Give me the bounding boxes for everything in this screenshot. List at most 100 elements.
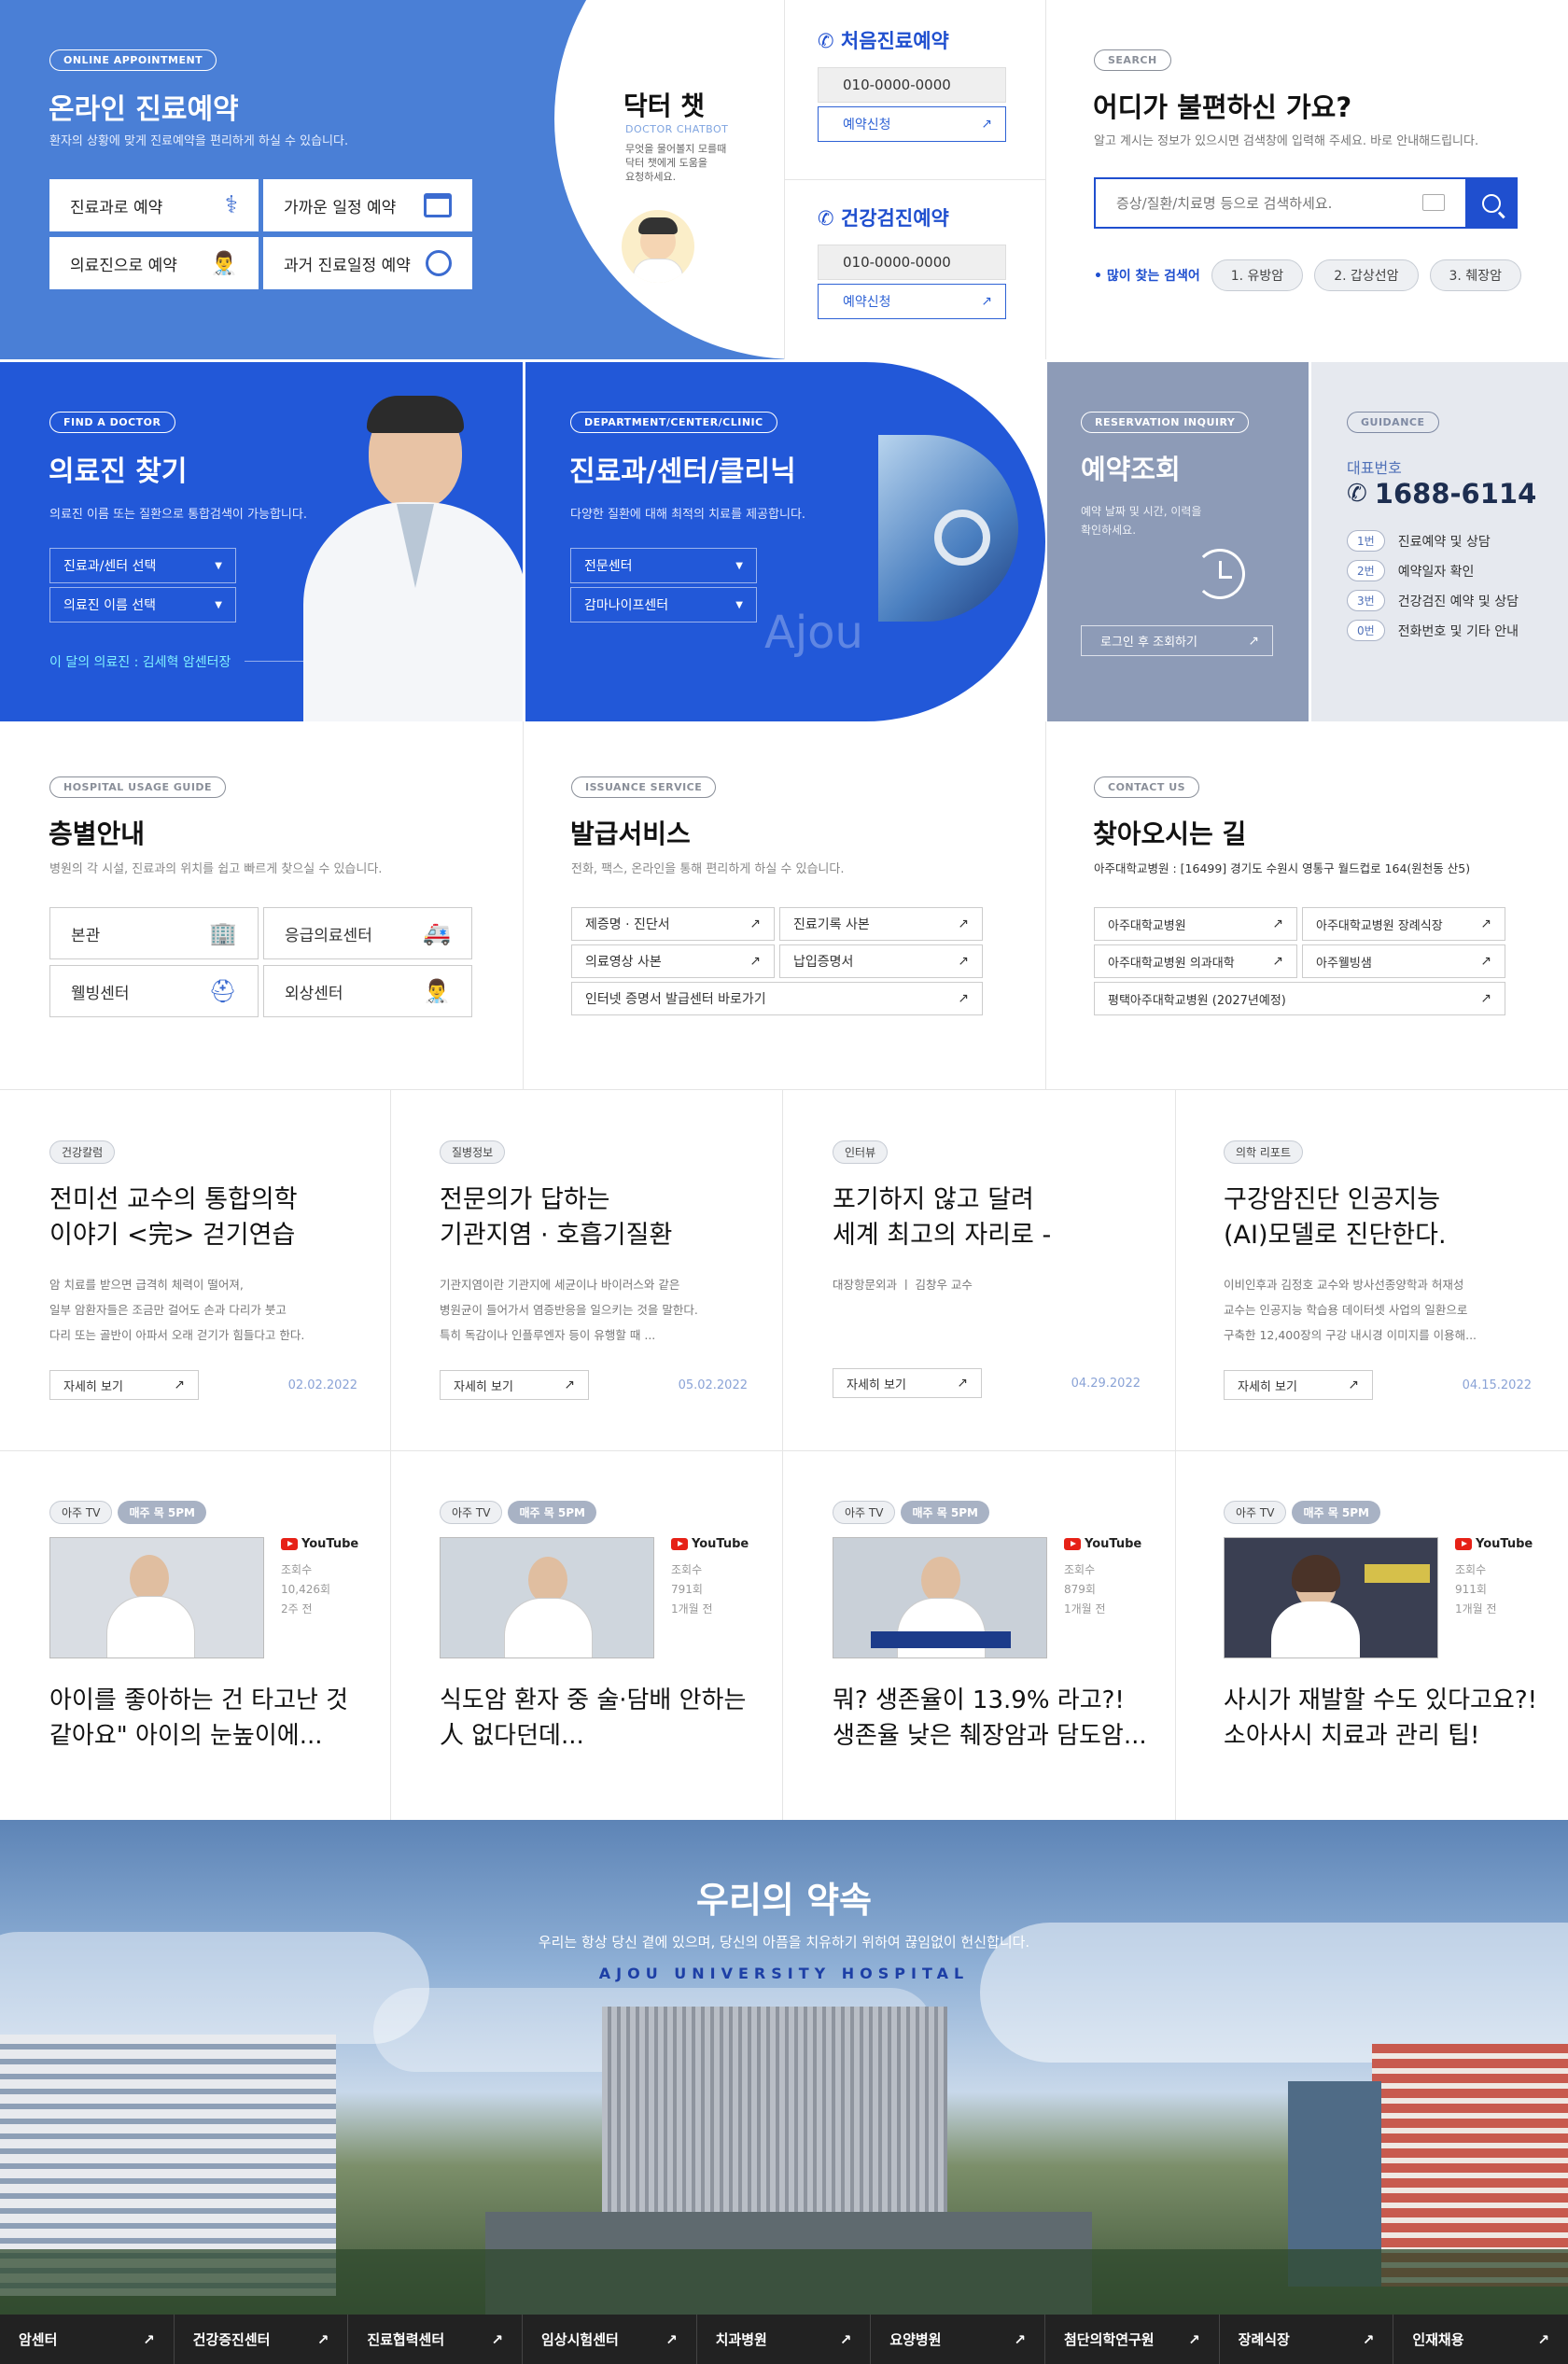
view-count: 911회	[1455, 1583, 1487, 1596]
department-title: 진료과/센터/클리닉	[569, 455, 796, 488]
footer-link[interactable]: 건강증진센터 ↗	[175, 2315, 349, 2364]
arrow-icon: ↗	[1272, 954, 1283, 969]
article-category-tag: 인터뷰	[833, 1140, 889, 1164]
online-tag: ONLINE APPOINTMENT	[49, 49, 217, 71]
video-thumbnail[interactable]	[440, 1537, 654, 1658]
youtube-logo: YouTube	[281, 1537, 358, 1551]
phone-icon: ✆	[1347, 480, 1367, 508]
wellbeing-button[interactable]: 아주웰빙샘 ↗	[1302, 944, 1505, 978]
doctor-of-month-link[interactable]: 이 달의 의료진 : 김세혁 암센터장	[49, 652, 231, 671]
keyword-tag[interactable]: 1. 유방암	[1211, 259, 1304, 291]
trauma-center-button[interactable]: 외상센터 👨‍⚕	[263, 965, 472, 1017]
video-card[interactable]: 아주 TV 매주 목 5PM YouTube 조회수 791회 1개월 전 식도암…	[440, 1501, 757, 1754]
search-button[interactable]	[1465, 177, 1518, 229]
youtube-icon	[1455, 1538, 1472, 1550]
keyboard-icon[interactable]	[1422, 194, 1445, 211]
book-past-schedule-button[interactable]: 과거 진료일정 예약	[263, 237, 472, 289]
pyeongtaek-hospital-button[interactable]: 평택아주대학교병원 (2027년예정) ↗	[1094, 982, 1505, 1015]
footer-link[interactable]: 요양병원 ↗	[871, 2315, 1045, 2364]
article-card[interactable]: 건강칼럼 전미선 교수의 통합의학 이야기 <完> 걷기연습 암 치료를 받으면…	[49, 1140, 357, 1400]
search-input[interactable]	[1094, 177, 1465, 229]
certificate-button[interactable]: 제증명 · 진단서 ↗	[571, 907, 775, 941]
arrow-icon: ↗	[957, 1376, 968, 1391]
video-schedule-tag: 매주 목 5PM	[1292, 1501, 1380, 1524]
youtube-icon	[671, 1538, 688, 1550]
footer-link[interactable]: 인재채용 ↗	[1393, 2315, 1568, 2364]
view-count-label: 조회수	[1455, 1563, 1487, 1576]
article-card[interactable]: 인터뷰 포기하지 않고 달려 세계 최고의 자리로 - 대장항문외과 ㅣ 김창우…	[833, 1140, 1141, 1402]
chatbot-avatar[interactable]	[622, 210, 694, 283]
department-select[interactable]: 진료과/센터 선택 ▼	[49, 548, 236, 583]
footer-link[interactable]: 장례식장 ↗	[1220, 2315, 1394, 2364]
upload-ago: 1개월 전	[1064, 1602, 1106, 1616]
promise-subtitle: AJOU UNIVERSITY HOSPITAL	[598, 1965, 970, 1982]
read-more-button[interactable]: 자세히 보기 ↗	[833, 1368, 982, 1398]
funeral-hall-button[interactable]: 아주대학교병원 장례식장 ↗	[1302, 907, 1505, 941]
first-visit-submit-button[interactable]: 예약신청 ↗	[818, 106, 1006, 142]
video-thumbnail[interactable]	[1224, 1537, 1438, 1658]
footer-link[interactable]: 치과병원 ↗	[697, 2315, 872, 2364]
video-thumbnail[interactable]	[49, 1537, 264, 1658]
footer-link[interactable]: 암센터 ↗	[0, 2315, 175, 2364]
contact-title: 찾아오시는 길	[1093, 818, 1247, 849]
footer-link[interactable]: 임상시험센터 ↗	[523, 2315, 697, 2364]
footer-link[interactable]: 진료협력센터 ↗	[348, 2315, 523, 2364]
video-title: 뭐? 생존율이 13.9% 라고?! 생존율 낮은 췌장암과 담도암...	[833, 1686, 1147, 1750]
main-phone-number: 1688-6114	[1374, 478, 1537, 510]
book-by-doctor-button[interactable]: 의료진으로 예약 👨‍⚕	[49, 237, 259, 289]
department-tag: DEPARTMENT/CENTER/CLINIC	[570, 412, 777, 433]
video-card[interactable]: 아주 TV 매주 목 5PM YouTube 조회수 879회 1개월 전 뭐? …	[833, 1501, 1150, 1754]
article-card[interactable]: 의학 리포트 구강암진단 인공지능 (AI)모델로 진단한다. 이비인후과 김정…	[1224, 1140, 1532, 1400]
contact-tag: CONTACT US	[1094, 776, 1200, 798]
caret-down-icon: ▼	[215, 560, 222, 571]
keyword-tag[interactable]: 2. 갑상선암	[1314, 259, 1419, 291]
keyword-tag[interactable]: 3. 췌장암	[1429, 259, 1521, 291]
login-inquiry-button[interactable]: 로그인 후 조회하기 ↗	[1081, 625, 1273, 656]
arrow-icon: ↗	[1537, 2330, 1549, 2348]
arrow-icon: ↗	[1272, 916, 1283, 931]
doctor-photo	[303, 396, 523, 721]
arrow-icon: ↗	[1480, 916, 1491, 931]
video-card[interactable]: 아주 TV 매주 목 5PM YouTube 조회수 911회 1개월 전 사시가…	[1224, 1501, 1546, 1754]
internet-certificate-button[interactable]: 인터넷 증명서 발급센터 바로가기 ↗	[571, 982, 983, 1015]
doctor-name-select[interactable]: 의료진 이름 선택 ▼	[49, 587, 236, 622]
video-channel-tag: 아주 TV	[49, 1501, 113, 1524]
footer-link[interactable]: 첨단의학연구원 ↗	[1045, 2315, 1220, 2364]
video-thumbnail[interactable]	[833, 1537, 1047, 1658]
medical-image-button[interactable]: 의료영상 사본 ↗	[571, 944, 775, 978]
hospital-location-button[interactable]: 아주대학교병원 ↗	[1094, 907, 1297, 941]
checkup-submit-button[interactable]: 예약신청 ↗	[818, 284, 1006, 319]
book-by-department-button[interactable]: 진료과로 예약 ⚕	[49, 179, 259, 231]
read-more-button[interactable]: 자세히 보기 ↗	[49, 1370, 199, 1400]
book-nearest-button[interactable]: 가까운 일정 예약	[263, 179, 472, 231]
usage-tag: HOSPITAL USAGE GUIDE	[49, 776, 227, 798]
wellbeing-center-button[interactable]: 웰빙센터 ⛑	[49, 965, 259, 1017]
arrow-icon: ↗	[958, 954, 969, 969]
arrow-icon: ↗	[1480, 991, 1491, 1006]
checkup-title: ✆ 건강검진예약	[818, 207, 949, 230]
video-channel-tag: 아주 TV	[833, 1501, 896, 1524]
checkup-phone-input[interactable]: 010-0000-0000	[818, 245, 1006, 280]
reservation-desc: 예약 날짜 및 시간, 이력을 확인하세요.	[1081, 505, 1202, 537]
read-more-button[interactable]: 자세히 보기 ↗	[440, 1370, 589, 1400]
emergency-center-button[interactable]: 응급의료센터 🚑	[263, 907, 472, 959]
article-date: 04.15.2022	[1462, 1378, 1532, 1392]
medical-school-button[interactable]: 아주대학교병원 의과대학 ↗	[1094, 944, 1297, 978]
main-building-button[interactable]: 본관 🏢	[49, 907, 259, 959]
medical-record-button[interactable]: 진료기록 사본 ↗	[779, 907, 983, 941]
arrow-icon: ↗	[564, 1378, 575, 1392]
video-card[interactable]: 아주 TV 매주 목 5PM YouTube 조회수 10,426회 2주 전 아…	[49, 1501, 367, 1754]
specialty-center-select[interactable]: 전문센터 ▼	[570, 548, 757, 583]
first-visit-phone-input[interactable]: 010-0000-0000	[818, 67, 1006, 103]
promise-desc: 우리는 항상 당신 곁에 있으며, 당신의 아픔을 치유하기 위하여 끊임없이 …	[538, 1934, 1030, 1951]
find-doctor-title: 의료진 찾기	[49, 455, 188, 488]
payment-certificate-button[interactable]: 납입증명서 ↗	[779, 944, 983, 978]
read-more-button[interactable]: 자세히 보기 ↗	[1224, 1370, 1373, 1400]
center-select[interactable]: 감마나이프센터 ▼	[570, 587, 757, 622]
guidance-item: 1번 진료예약 및 상담	[1347, 530, 1519, 552]
view-count: 791회	[671, 1583, 703, 1596]
arrow-icon: ↗	[749, 916, 761, 931]
article-card[interactable]: 질병정보 전문의가 답하는 기관지염 · 호흡기질환 기관지염이란 기관지에 세…	[440, 1140, 748, 1400]
reservation-title: 예약조회	[1081, 454, 1181, 485]
article-date: 02.02.2022	[287, 1378, 357, 1392]
